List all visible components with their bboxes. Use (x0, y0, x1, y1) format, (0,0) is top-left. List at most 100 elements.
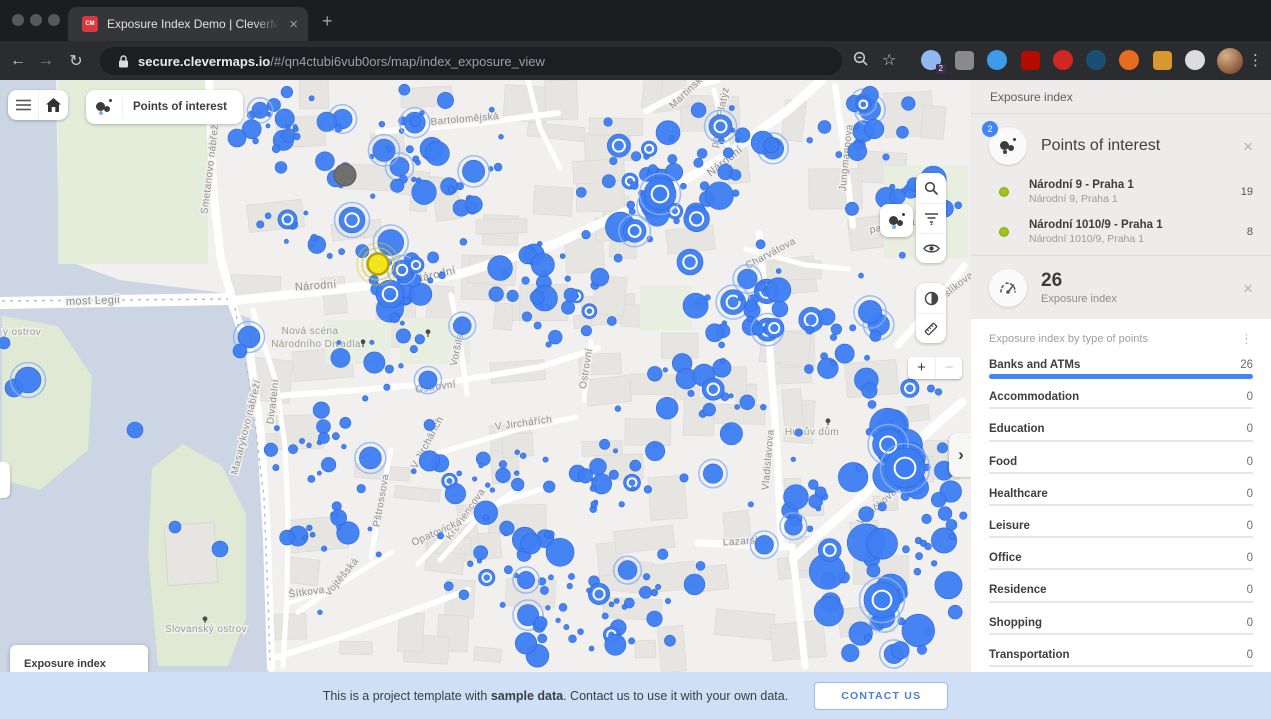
poi-bubble[interactable] (628, 638, 634, 644)
poi-bubble[interactable] (400, 321, 404, 325)
contact-us-button[interactable]: CONTACT US (814, 682, 948, 710)
browser-tab[interactable]: CM Exposure Index Demo | CleverM × (68, 7, 308, 41)
poi-bubble[interactable] (373, 139, 395, 161)
poi-bubble[interactable] (428, 252, 439, 263)
poi-bubble[interactable] (489, 287, 504, 302)
poi-bubble[interactable] (364, 352, 385, 373)
window-minimize-button[interactable] (30, 14, 42, 26)
poi-bubble[interactable] (340, 417, 351, 428)
poi-bubble[interactable] (448, 186, 455, 193)
poi-bubble[interactable] (587, 588, 592, 593)
poi-bubble[interactable] (760, 404, 766, 410)
poi-bubble[interactable] (867, 528, 898, 559)
poi-bubble[interactable] (534, 322, 541, 329)
poi-panel-close-icon[interactable]: × (1243, 138, 1253, 155)
poi-bubble[interactable] (569, 635, 577, 643)
poi-bubble[interactable] (694, 158, 703, 167)
poi-bubble[interactable] (337, 340, 341, 344)
camera-extension-icon[interactable] (985, 48, 1009, 72)
poi-bubble[interactable] (419, 371, 437, 389)
poi-bubble[interactable] (548, 575, 553, 580)
poi-bubble[interactable] (599, 439, 609, 449)
poi-bubble[interactable] (479, 569, 495, 585)
breakdown-row[interactable]: Food0 (989, 448, 1253, 480)
poi-bubble[interactable] (756, 282, 766, 292)
poi-bubble[interactable] (885, 448, 925, 488)
poi-bubble[interactable] (772, 301, 788, 317)
poi-bubble[interactable] (293, 124, 297, 128)
poi-bubble[interactable] (559, 603, 567, 611)
poi-bubble[interactable] (317, 471, 321, 475)
poi-bubble[interactable] (922, 514, 932, 524)
poi-bubble[interactable] (520, 453, 526, 459)
breakdown-row[interactable]: Leisure0 (989, 512, 1253, 544)
photo-extension-icon[interactable] (952, 48, 976, 72)
poi-bubble[interactable] (738, 269, 758, 289)
poi-bubble[interactable] (565, 276, 571, 282)
poi-bubble[interactable] (399, 363, 404, 368)
map-canvas[interactable]: Smetanovo nábřežímost Legiiý ostrovMasar… (0, 80, 971, 672)
poi-bubble[interactable] (709, 115, 732, 138)
poi-bubble[interactable] (669, 135, 674, 140)
poi-bubble[interactable] (474, 546, 488, 560)
poi-bubble[interactable] (485, 483, 490, 488)
poi-bubble[interactable] (499, 461, 506, 468)
poi-bubble[interactable] (815, 487, 826, 498)
puzzle-extension-icon[interactable] (1183, 48, 1207, 72)
poi-bubble[interactable] (643, 574, 650, 581)
browser-menu-icon[interactable]: ⋮ (1248, 51, 1263, 69)
poi-bubble[interactable] (752, 324, 764, 336)
breakdown-row[interactable]: Shopping0 (989, 609, 1253, 641)
poi-bubble[interactable] (410, 116, 421, 127)
blocker-extension-icon[interactable] (1051, 48, 1075, 72)
poi-bubble[interactable] (257, 221, 264, 228)
poi-bubble[interactable] (914, 568, 921, 575)
poi-bubble[interactable] (370, 340, 374, 344)
poi-bubble[interactable] (658, 549, 668, 559)
poi-bubble[interactable] (321, 546, 327, 552)
poi-bubble[interactable] (732, 190, 739, 197)
poi-bubble[interactable] (318, 432, 329, 443)
poi-bubble[interactable] (483, 515, 489, 521)
poi-bubble[interactable] (764, 138, 779, 153)
poi-bubble[interactable] (630, 460, 641, 471)
window-close-button[interactable] (12, 14, 24, 26)
acrobat-extension-icon[interactable] (1018, 48, 1042, 72)
poi-bubble[interactable] (627, 201, 635, 209)
poi-bubble[interactable] (284, 239, 288, 243)
contrast-icon[interactable] (916, 283, 946, 313)
poi-bubble[interactable] (582, 230, 591, 239)
poi-bubble[interactable] (472, 477, 477, 482)
poi-bubble[interactable] (890, 189, 905, 204)
inactive-poi-marker[interactable] (334, 164, 356, 186)
selected-poi-marker[interactable] (368, 254, 389, 275)
poi-bubble[interactable] (656, 397, 678, 419)
poi-bubble[interactable] (548, 330, 562, 344)
reload-icon[interactable]: ↻ (64, 49, 88, 73)
poi-bubble[interactable] (901, 379, 919, 397)
poi-bubble[interactable] (489, 107, 494, 112)
poi-bubble[interactable] (274, 426, 279, 431)
poi-bubble[interactable] (648, 165, 657, 174)
poi-bubble[interactable] (818, 538, 841, 561)
poi-bubble[interactable] (784, 485, 809, 510)
poi-bubble[interactable] (310, 532, 315, 537)
poi-bubble[interactable] (15, 367, 41, 393)
poi-bubble[interactable] (504, 566, 512, 574)
poi-bubble[interactable] (795, 429, 803, 437)
poi-bubble[interactable] (931, 561, 937, 567)
poi-bubble[interactable] (748, 502, 753, 507)
poi-bubble[interactable] (581, 326, 591, 336)
poi-bubble[interactable] (311, 234, 318, 241)
poi-bubble[interactable] (614, 598, 619, 603)
poi-bubble[interactable] (864, 634, 871, 641)
poi-bubble[interactable] (680, 183, 686, 189)
poi-bubble[interactable] (647, 611, 663, 627)
poi-bubble[interactable] (420, 111, 425, 116)
poi-bubble[interactable] (955, 202, 962, 209)
poi-bubble[interactable] (830, 334, 836, 340)
poi-bubble[interactable] (370, 194, 375, 199)
poi-bubble[interactable] (303, 535, 308, 540)
bookmark-star-icon[interactable]: ☆ (882, 50, 896, 70)
poi-bubble[interactable] (457, 471, 462, 476)
